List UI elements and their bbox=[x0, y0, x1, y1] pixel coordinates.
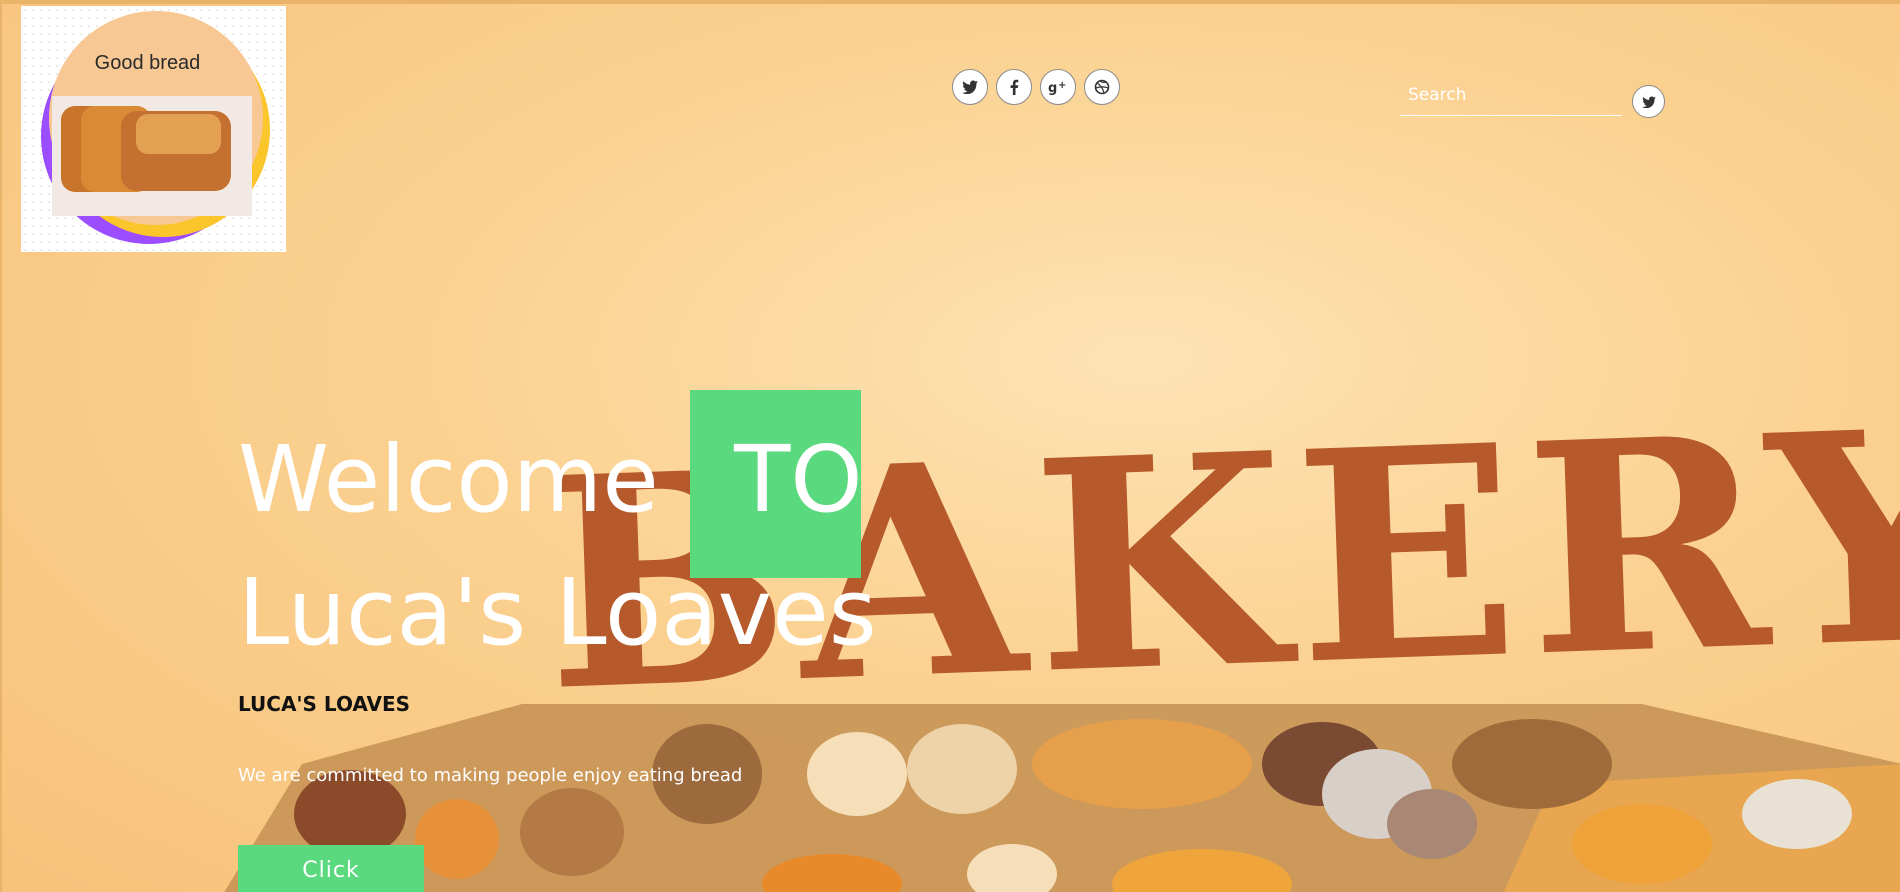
hero-tagline: We are committed to making people enjoy … bbox=[238, 765, 743, 786]
twitter-icon bbox=[1641, 95, 1656, 108]
logo-emblem-icon bbox=[41, 11, 270, 244]
search-box bbox=[1400, 74, 1622, 116]
facebook-link[interactable] bbox=[996, 69, 1032, 105]
google-plus-link[interactable]: g + bbox=[1040, 69, 1076, 105]
logo-text: Good bread bbox=[94, 52, 201, 74]
hero-title-line-2: Luca's Loaves bbox=[238, 559, 877, 666]
svg-text:g: g bbox=[1048, 81, 1057, 95]
twitter-link[interactable] bbox=[952, 69, 988, 105]
site-logo[interactable]: Good bread bbox=[21, 6, 286, 252]
hero-title-to: TO bbox=[734, 426, 863, 533]
search-input[interactable] bbox=[1400, 74, 1622, 115]
hero-title-line-1: Welcome TO bbox=[238, 434, 863, 526]
svg-text:+: + bbox=[1058, 80, 1066, 91]
twitter-icon bbox=[962, 80, 978, 94]
dribbble-link[interactable] bbox=[1084, 69, 1120, 105]
click-button[interactable]: Click bbox=[238, 845, 424, 892]
google-plus-icon: g + bbox=[1048, 80, 1066, 95]
hero-subtitle: LUCA'S LOAVES bbox=[238, 692, 411, 716]
search-button[interactable] bbox=[1632, 85, 1665, 118]
dribbble-icon bbox=[1094, 79, 1110, 95]
hero-section: BAKERY Good bread g + Search Welcome TO … bbox=[0, 0, 1900, 892]
social-links: g + bbox=[952, 69, 1120, 105]
hero-title-welcome: Welcome bbox=[238, 426, 659, 533]
facebook-icon bbox=[1010, 79, 1019, 95]
